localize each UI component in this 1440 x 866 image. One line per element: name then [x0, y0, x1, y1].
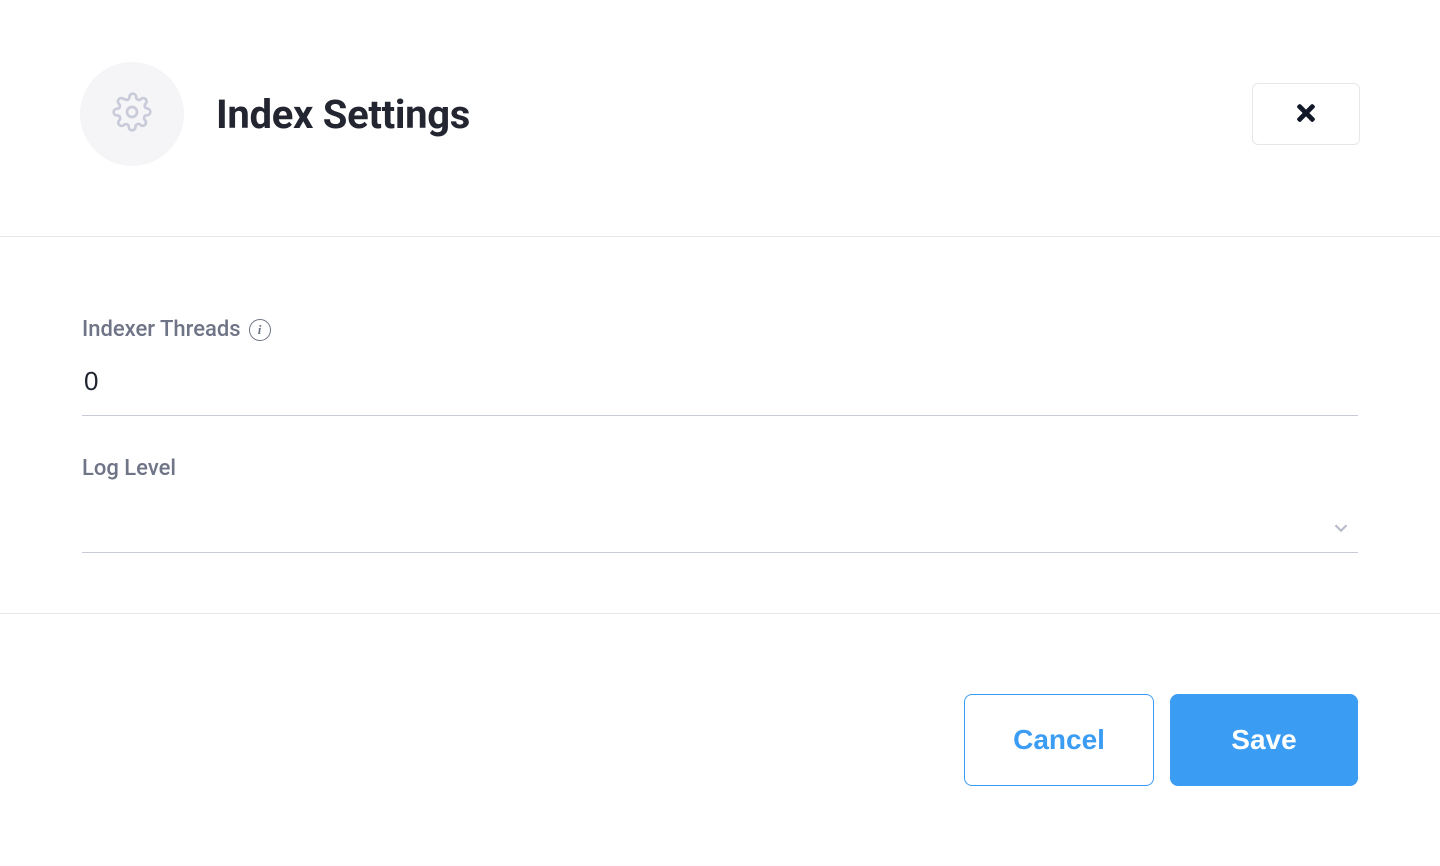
field-label-indexer-threads: Indexer Threads i — [82, 317, 1358, 342]
page-title: Index Settings — [216, 91, 470, 138]
cancel-button[interactable]: Cancel — [964, 694, 1154, 786]
field-log-level: Log Level — [82, 456, 1358, 553]
save-button[interactable]: Save — [1170, 694, 1358, 786]
close-button[interactable] — [1252, 83, 1360, 145]
log-level-value — [82, 495, 1358, 523]
gear-icon — [112, 92, 152, 136]
field-label-log-level: Log Level — [82, 456, 1358, 481]
modal-header: Index Settings — [0, 0, 1440, 237]
form-body: Indexer Threads i Log Level — [0, 237, 1440, 614]
modal-footer: Cancel Save — [0, 614, 1440, 786]
close-icon — [1293, 100, 1319, 129]
indexer-threads-input[interactable] — [82, 356, 1358, 416]
gear-icon-badge — [80, 62, 184, 166]
info-icon[interactable]: i — [249, 319, 271, 341]
label-text: Log Level — [82, 456, 176, 481]
log-level-select[interactable] — [82, 495, 1358, 553]
header-left: Index Settings — [80, 62, 470, 166]
label-text: Indexer Threads — [82, 317, 241, 342]
field-indexer-threads: Indexer Threads i — [82, 317, 1358, 416]
